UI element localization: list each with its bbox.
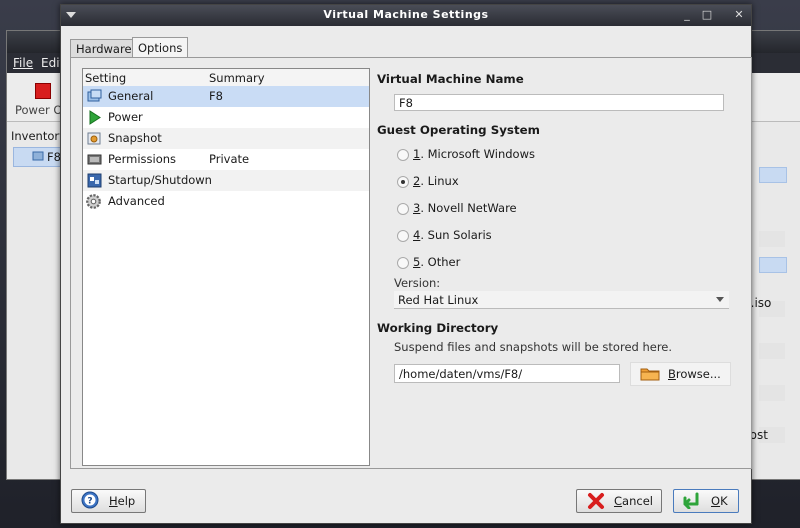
cancel-button[interactable]: Cancel [576, 489, 662, 513]
vm-name-input[interactable]: F8 [394, 94, 724, 111]
help-text: elp [117, 494, 136, 508]
chevron-down-icon[interactable] [716, 297, 724, 302]
settings-row-name: General [108, 89, 154, 103]
help-button[interactable]: ? Help [71, 489, 146, 513]
inventory-label: Inventory [11, 129, 66, 143]
power-off-label[interactable]: Power O [15, 103, 62, 117]
radio-label: . Linux [420, 174, 459, 188]
settings-row-name: Snapshot [108, 131, 162, 145]
snapshot-icon [87, 132, 101, 145]
settings-row-permissions[interactable]: Permissions Private [83, 149, 369, 170]
radio-dot[interactable] [397, 257, 409, 269]
ok-check-icon [683, 492, 699, 509]
maximize-icon[interactable]: □ [699, 7, 715, 23]
working-directory-input[interactable]: /home/daten/vms/F8/ [394, 364, 620, 383]
background-row [759, 167, 787, 183]
vm-settings-dialog: Virtual Machine Settings _ □ ✕ Hardware … [60, 4, 752, 524]
help-key: H [109, 494, 118, 508]
background-row [759, 231, 785, 247]
settings-row-power[interactable]: Power [83, 107, 369, 128]
folder-icon [640, 368, 660, 381]
settings-row-name: Power [108, 110, 143, 124]
settings-row-advanced[interactable]: Advanced [83, 191, 369, 212]
radio-label: . Novell NetWare [420, 201, 517, 215]
help-icon: ? [81, 491, 99, 509]
settings-row-name: Advanced [108, 194, 165, 208]
options-panel: Setting Summary General F8 Power Snapsho… [70, 57, 752, 469]
svg-text:?: ? [87, 497, 92, 507]
vm-name-title: Virtual Machine Name [377, 72, 524, 86]
radio-label: . Microsoft Windows [420, 147, 535, 161]
power-off-icon[interactable] [35, 83, 51, 99]
version-value: Red Hat Linux [398, 293, 479, 307]
settings-row-general[interactable]: General F8 [83, 86, 369, 107]
minimize-icon[interactable]: _ [679, 7, 695, 23]
settings-row-summary: F8 [209, 89, 223, 103]
radio-label: . Sun Solaris [420, 228, 492, 242]
startup-icon [87, 173, 102, 188]
power-play-icon [89, 110, 101, 125]
general-icon [87, 89, 102, 102]
radio-dot[interactable] [397, 203, 409, 215]
ok-key: O [711, 494, 721, 508]
settings-list[interactable]: Setting Summary General F8 Power Snapsho… [82, 68, 370, 466]
dialog-title: Virtual Machine Settings [323, 8, 489, 21]
settings-row-snapshot[interactable]: Snapshot [83, 128, 369, 149]
working-directory-title: Working Directory [377, 321, 499, 335]
guest-os-title: Guest Operating System [377, 123, 540, 137]
tab-options[interactable]: Options [132, 37, 189, 58]
tab-hardware[interactable]: Hardware [70, 39, 138, 58]
settings-row-startup-shutdown[interactable]: Startup/Shutdown [83, 170, 369, 191]
radio-dot[interactable] [397, 149, 409, 161]
ok-text: K [720, 494, 728, 508]
background-row [759, 385, 785, 401]
version-select[interactable]: Red Hat Linux [394, 291, 729, 309]
ok-button[interactable]: OK [673, 489, 739, 513]
cancel-icon [588, 493, 604, 509]
column-summary[interactable]: Summary [209, 71, 265, 85]
background-row [759, 343, 785, 359]
background-row [759, 257, 787, 273]
radio-label: . Other [420, 255, 461, 269]
radio-dot-checked[interactable] [397, 176, 409, 188]
close-icon[interactable]: ✕ [731, 7, 747, 23]
gear-icon [86, 194, 101, 209]
settings-row-name: Startup/Shutdown [108, 173, 212, 187]
version-label: Version: [394, 276, 441, 290]
working-directory-description: Suspend files and snapshots will be stor… [394, 340, 673, 354]
cancel-text: ancel [622, 494, 653, 508]
column-setting[interactable]: Setting [85, 71, 126, 85]
radio-dot[interactable] [397, 230, 409, 242]
dialog-titlebar[interactable]: Virtual Machine Settings _ □ ✕ [61, 5, 751, 26]
cancel-key: C [614, 494, 623, 508]
settings-row-name: Permissions [108, 152, 177, 166]
menu-file[interactable]: File [13, 56, 33, 70]
settings-row-summary: Private [209, 152, 250, 166]
permissions-icon [87, 154, 102, 165]
vm-icon [32, 151, 44, 161]
browse-button[interactable]: Browse... [630, 362, 731, 386]
browse-key: B [668, 367, 676, 381]
settings-list-header: Setting Summary [83, 69, 369, 87]
inventory-item-label: F8 [47, 150, 61, 164]
browse-text: rowse... [675, 367, 721, 381]
